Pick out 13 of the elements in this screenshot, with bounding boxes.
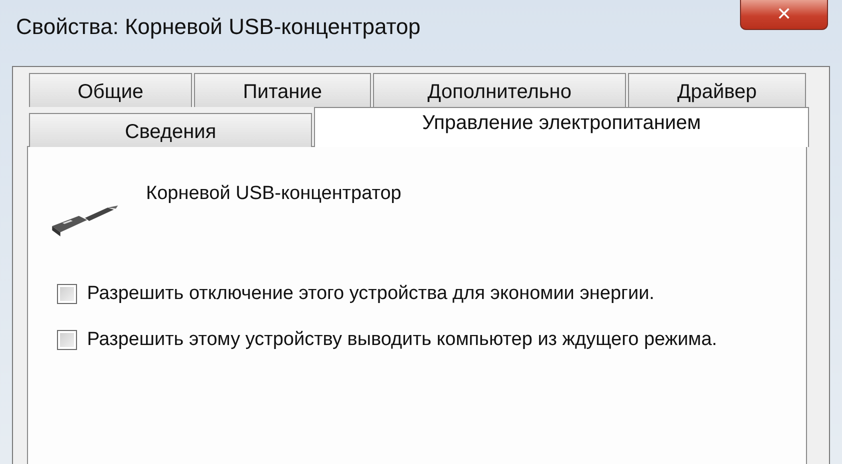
checkbox[interactable] bbox=[57, 284, 77, 304]
tab[interactable]: Общие bbox=[29, 73, 192, 107]
window-title: Свойства: Корневой USB-концентратор bbox=[16, 14, 420, 40]
tab[interactable]: Питание bbox=[194, 73, 371, 107]
checkbox-label: Разрешить отключение этого устройства для экономии энергии. bbox=[87, 282, 656, 306]
tab[interactable]: Сведения bbox=[29, 113, 312, 147]
tab[interactable]: Дополнительно bbox=[373, 73, 626, 107]
checkbox[interactable] bbox=[57, 330, 77, 350]
tab[interactable]: Драйвер bbox=[628, 73, 806, 107]
device-name: Корневой USB-концентратор bbox=[146, 183, 402, 205]
tab[interactable]: Управление электропитанием bbox=[314, 107, 809, 147]
checkbox-label: Разрешить этому устройству выводить компьютер из ждущего режима. bbox=[87, 328, 718, 352]
close-button[interactable]: ✕ bbox=[740, 0, 828, 30]
